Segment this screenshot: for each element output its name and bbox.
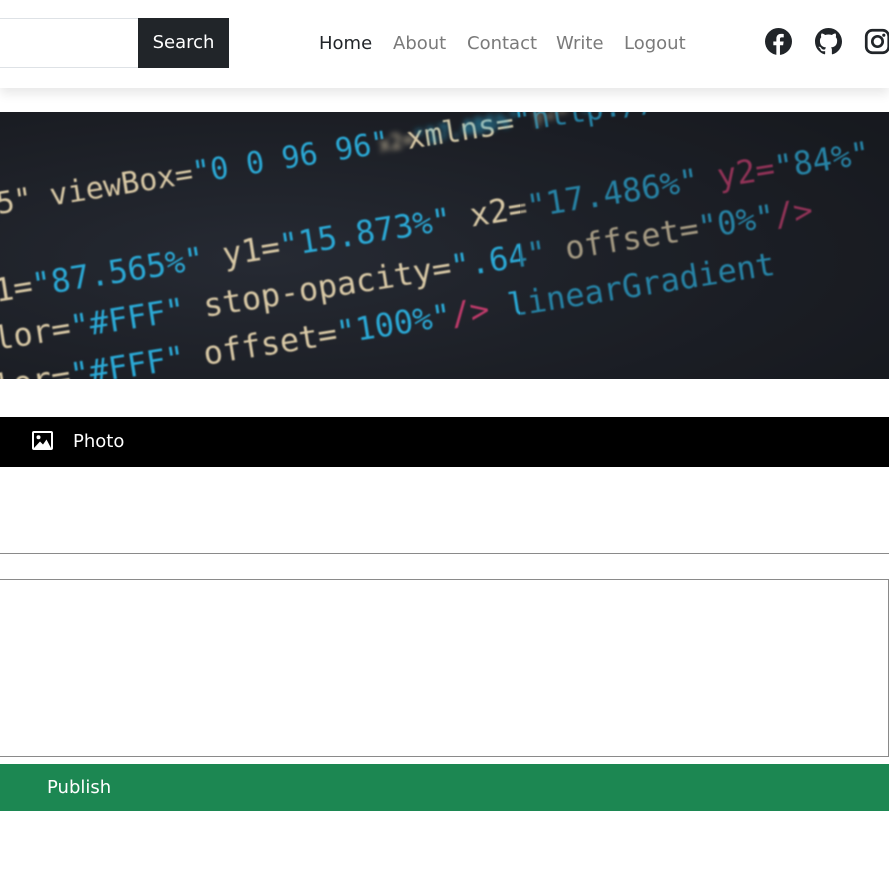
hero-banner-image: 5" viewBox="0 0 96 96" xmlns="http://www… [0, 112, 889, 379]
photo-upload-button[interactable]: Photo [0, 417, 889, 467]
photo-upload-label: Photo [73, 431, 125, 452]
github-icon[interactable] [815, 28, 842, 55]
nav-about-link[interactable]: About [393, 31, 446, 57]
search-input[interactable] [0, 18, 138, 68]
nav-write-link[interactable]: Write [556, 31, 604, 57]
hero-fade-overlay [520, 112, 889, 379]
facebook-icon[interactable] [765, 28, 792, 55]
instagram-icon[interactable] [864, 28, 889, 55]
navbar: Search Home About Contact Write Logout [0, 0, 889, 88]
nav-logout-link[interactable]: Logout [624, 31, 686, 57]
image-icon [32, 431, 53, 450]
nav-home-link[interactable]: Home [319, 31, 372, 57]
search-button[interactable]: Search [138, 18, 229, 68]
code-background-image: 5" viewBox="0 0 96 96" xmlns="http://www… [0, 112, 889, 379]
publish-button[interactable]: Publish [0, 764, 889, 811]
post-title-input[interactable] [0, 500, 889, 554]
nav-contact-link[interactable]: Contact [467, 31, 537, 57]
post-content-textarea[interactable] [0, 579, 889, 757]
